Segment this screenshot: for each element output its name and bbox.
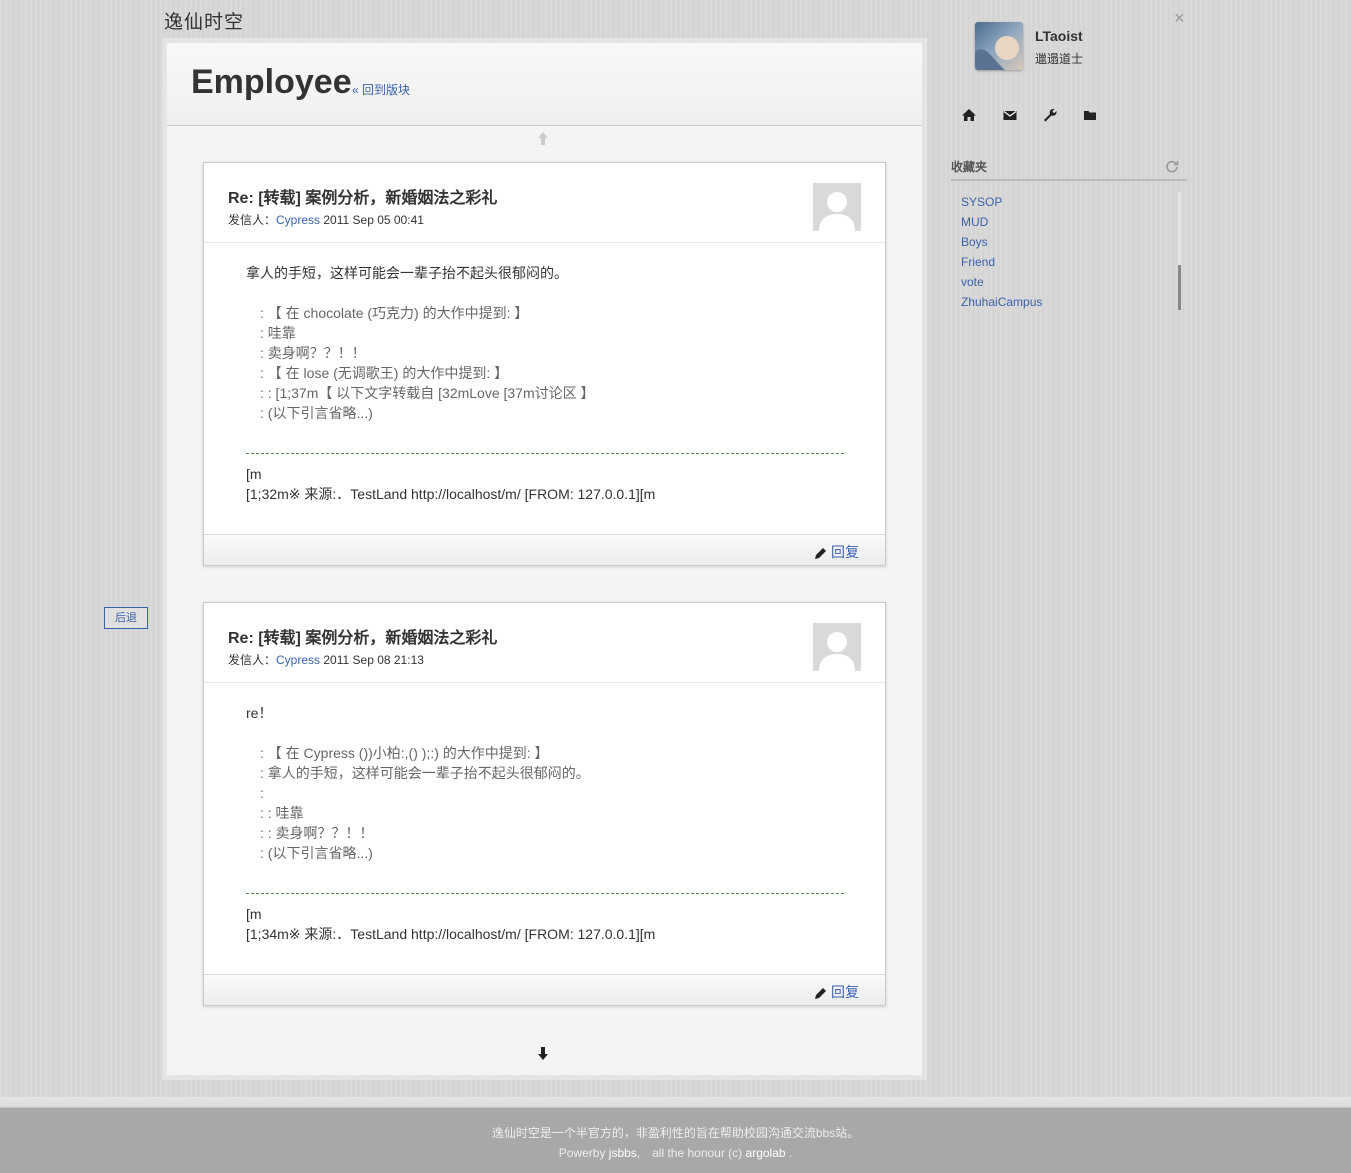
back-button[interactable]: 后退 <box>104 607 148 629</box>
footer: 逸仙时空是一个半官方的，非盈利性的旨在帮助校园沟通交流bbs站。 Powerby… <box>0 1097 1351 1173</box>
quote-line: : 哇靠 <box>260 325 296 341</box>
board-title: Employee <box>191 63 352 101</box>
jsbbs-link[interactable]: jsbbs <box>609 1146 637 1160</box>
favorites-title: 收藏夹 <box>951 160 988 174</box>
quote-line: : 【 在 chocolate (巧克力) 的大作中提到: 】 <box>260 305 529 321</box>
reply-button[interactable]: 回复 <box>815 982 859 1002</box>
favorite-item[interactable]: SYSOP <box>961 192 1181 212</box>
signature-line: [m <box>246 466 262 482</box>
signature-line: [1;32m※ 来源:．TestLand http://localhost/m/… <box>246 486 656 502</box>
default-avatar-icon <box>813 623 861 671</box>
user-title: 邋遢道士 <box>1035 52 1084 66</box>
home-icon[interactable] <box>961 107 977 123</box>
signature-line: [1;34m※ 来源:．TestLand http://localhost/m/… <box>246 926 656 942</box>
post-body: 拿人的手短，这样可能会一辈子抬不起头很郁闷的。 : 【 在 chocolate … <box>246 263 844 504</box>
favorites-list: SYSOP MUD Boys Friend vote ZhuhaiCampus <box>961 192 1181 312</box>
footer-honour: , all the honour (c) <box>636 1146 743 1160</box>
pencil-icon <box>815 988 826 999</box>
board-header: Employee « 回到版块 <box>167 43 922 126</box>
scroll-up-icon[interactable] <box>538 132 548 146</box>
author-link[interactable]: Cypress <box>276 653 320 667</box>
close-icon[interactable]: × <box>1174 8 1185 29</box>
main-panel: Employee « 回到版块 Re: [转载] 案例分析，新婚姻法之彩礼 发信… <box>167 43 922 1075</box>
post-quote: : 【 在 chocolate (巧克力) 的大作中提到: 】 : 哇靠 : 卖… <box>246 303 844 423</box>
favorite-item[interactable]: Friend <box>961 252 1181 272</box>
post-footer: 回复 <box>204 534 885 565</box>
wrench-icon[interactable] <box>1042 107 1058 123</box>
quote-line: : 拿人的手短，这样可能会一辈子抬不起头很郁闷的。 <box>260 765 590 781</box>
footer-description: 逸仙时空是一个半官方的，非盈利性的旨在帮助校园沟通交流bbs站。 <box>491 1126 860 1140</box>
favorite-item[interactable]: Boys <box>961 232 1181 252</box>
post-quote: : 【 在 Cypress ())小柏:,() );:) 的大作中提到: 】 :… <box>246 743 844 863</box>
signature: [m [1;34m※ 来源:．TestLand http://localhost… <box>246 893 844 944</box>
meta-prefix: 发信人： <box>228 653 277 667</box>
post-date: 2011 Sep 05 00:41 <box>323 213 424 227</box>
user-avatar-image <box>975 22 1023 70</box>
meta-prefix: 发信人： <box>228 213 277 227</box>
quote-line: : : [1;37m【 以下文字转载自 [32mLove [37m讨论区 】 <box>260 385 595 401</box>
footer-credits: Powerby jsbbs, all the honour (c) argola… <box>0 1144 1351 1161</box>
reply-label: 回复 <box>831 984 859 1000</box>
post-title: Re: [转载] 案例分析，新婚姻法之彩礼 <box>228 190 498 207</box>
refresh-icon[interactable] <box>1165 159 1179 173</box>
post-body: re！ : 【 在 Cypress ())小柏:,() );:) 的大作中提到:… <box>246 703 844 944</box>
scroll-down-icon[interactable] <box>538 1046 548 1060</box>
favorite-item[interactable]: ZhuhaiCampus <box>961 292 1181 312</box>
post-date: 2011 Sep 08 21:13 <box>323 653 424 667</box>
post-footer: 回复 <box>204 974 885 1005</box>
site-title[interactable]: 逸仙时空 <box>164 7 244 34</box>
favorite-item[interactable]: vote <box>961 272 1181 292</box>
quote-line: : : 哇靠 <box>260 805 304 821</box>
user-name[interactable]: LTaoist <box>1035 28 1083 44</box>
quote-line: : <box>260 785 264 801</box>
signature: [m [1;32m※ 来源:．TestLand http://localhost… <box>246 453 844 504</box>
mail-icon[interactable] <box>1002 107 1018 123</box>
post-text: 拿人的手短，这样可能会一辈子抬不起头很郁闷的。 <box>246 265 568 281</box>
post-card: Re: [转载] 案例分析，新婚姻法之彩礼 发信人：Cypress 2011 S… <box>203 602 886 1006</box>
quote-line: : : 卖身啊？？！！ <box>260 825 374 841</box>
reply-label: 回复 <box>831 544 859 560</box>
favorites-scrollbar[interactable] <box>1178 192 1181 310</box>
reply-button[interactable]: 回复 <box>815 542 859 562</box>
folder-icon[interactable] <box>1082 107 1098 123</box>
quote-line: : 卖身啊？？！！ <box>260 345 366 361</box>
favorite-item[interactable]: MUD <box>961 212 1181 232</box>
scrollbar-thumb[interactable] <box>1178 265 1181 310</box>
footer-powerby: Powerby <box>558 1146 606 1160</box>
author-link[interactable]: Cypress <box>276 213 320 227</box>
post-title: Re: [转载] 案例分析，新婚姻法之彩礼 <box>228 630 498 647</box>
quote-line: : (以下引言省略...) <box>260 405 373 421</box>
signature-line: [m <box>246 906 262 922</box>
author-avatar[interactable] <box>813 623 861 671</box>
author-avatar[interactable] <box>813 183 861 231</box>
default-avatar-icon <box>813 183 861 231</box>
argolab-link[interactable]: argolab <box>746 1146 786 1160</box>
footer-end: . <box>788 1146 793 1160</box>
favorites-header: 收藏夹 <box>951 157 1187 181</box>
post-text: re！ <box>246 705 273 721</box>
pencil-icon <box>815 548 826 559</box>
post-meta: 发信人：Cypress 2011 Sep 05 00:41 <box>228 211 424 228</box>
quote-line: : 【 在 Cypress ())小柏:,() );:) 的大作中提到: 】 <box>260 745 549 761</box>
back-to-board-link[interactable]: « 回到版块 <box>352 81 410 98</box>
post-header: Re: [转载] 案例分析，新婚姻法之彩礼 发信人：Cypress 2011 S… <box>204 163 885 243</box>
post-meta: 发信人：Cypress 2011 Sep 08 21:13 <box>228 651 424 668</box>
quote-line: : 【 在 lose (无调歌王) 的大作中提到: 】 <box>260 365 509 381</box>
user-avatar[interactable] <box>975 22 1023 70</box>
quote-line: : (以下引言省略...) <box>260 845 373 861</box>
post-header: Re: [转载] 案例分析，新婚姻法之彩礼 发信人：Cypress 2011 S… <box>204 603 885 683</box>
post-card: Re: [转载] 案例分析，新婚姻法之彩礼 发信人：Cypress 2011 S… <box>203 162 886 566</box>
